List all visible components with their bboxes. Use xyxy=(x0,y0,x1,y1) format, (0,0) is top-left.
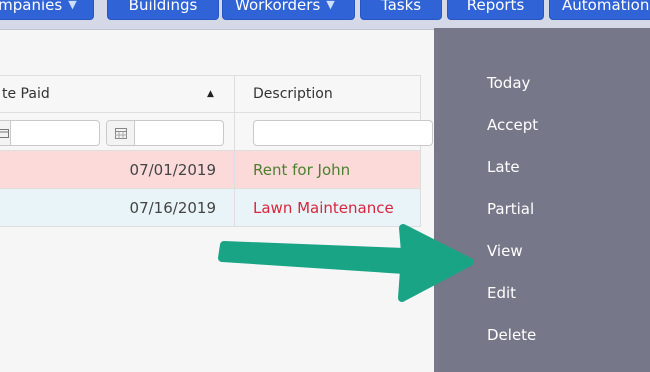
filter-cell-date xyxy=(0,113,235,150)
chevron-down-icon: ▼ xyxy=(68,0,77,11)
menu-item-view[interactable]: View xyxy=(487,242,523,260)
table-filter-row xyxy=(0,113,433,151)
menu-item-accept[interactable]: Accept xyxy=(487,116,538,134)
nav-reports-button[interactable]: Reports xyxy=(447,0,544,20)
nav-reports-label: Reports xyxy=(466,0,525,14)
nav-companies-button[interactable]: ompanies ▼ xyxy=(0,0,94,20)
description-cell: Lawn Maintenance xyxy=(235,189,421,226)
payments-table: te Paid ▲ Description 07/01/2019 Rent fo… xyxy=(0,75,433,227)
menu-item-today[interactable]: Today xyxy=(487,74,530,92)
calendar-icon[interactable] xyxy=(107,121,135,145)
date-paid-value: 07/01/2019 xyxy=(129,160,216,179)
table-row[interactable]: 07/16/2019 Lawn Maintenance xyxy=(0,189,420,227)
menu-item-edit[interactable]: Edit xyxy=(487,284,516,302)
nav-companies-label: ompanies xyxy=(0,0,63,14)
nav-automation-button[interactable]: Automation xyxy=(549,0,650,20)
description-cell: Rent for John xyxy=(235,151,421,188)
row-actions-menu: Today Accept Late Partial View Edit Dele… xyxy=(434,28,650,372)
description-value: Rent for John xyxy=(253,160,351,179)
date-paid-cell: 07/01/2019 xyxy=(0,151,235,188)
chevron-down-icon: ▼ xyxy=(326,0,335,11)
calendar-icon[interactable] xyxy=(0,121,11,145)
nav-workorders-label: Workorders xyxy=(235,0,321,14)
date-paid-value: 07/16/2019 xyxy=(129,198,216,217)
main-content: te Paid ▲ Description 07/01/2019 Rent fo… xyxy=(0,31,434,372)
nav-buildings-button[interactable]: Buildings xyxy=(107,0,219,20)
column-header-description[interactable]: Description xyxy=(235,76,421,112)
description-filter-input[interactable] xyxy=(253,120,433,146)
menu-item-delete[interactable]: Delete xyxy=(487,326,536,344)
sort-ascending-icon[interactable]: ▲ xyxy=(207,89,214,99)
table-header-row: te Paid ▲ Description xyxy=(0,75,420,113)
column-header-label: te Paid xyxy=(2,86,50,102)
menu-item-partial[interactable]: Partial xyxy=(487,200,534,218)
menu-item-late[interactable]: Late xyxy=(487,158,520,176)
description-value: Lawn Maintenance xyxy=(253,198,394,217)
column-header-label: Description xyxy=(253,86,333,102)
top-nav: ompanies ▼ Buildings Workorders ▼ Tasks … xyxy=(0,0,650,30)
date-paid-cell: 07/16/2019 xyxy=(0,189,235,226)
date-from-filter-input[interactable] xyxy=(0,120,100,146)
nav-automation-label: Automation xyxy=(562,0,650,14)
date-to-filter-input[interactable] xyxy=(106,120,224,146)
nav-tasks-label: Tasks xyxy=(380,0,422,14)
table-row[interactable]: 07/01/2019 Rent for John xyxy=(0,151,420,189)
nav-tasks-button[interactable]: Tasks xyxy=(360,0,442,20)
nav-buildings-label: Buildings xyxy=(128,0,198,14)
nav-workorders-button[interactable]: Workorders ▼ xyxy=(222,0,355,20)
column-header-date-paid[interactable]: te Paid ▲ xyxy=(0,76,235,112)
